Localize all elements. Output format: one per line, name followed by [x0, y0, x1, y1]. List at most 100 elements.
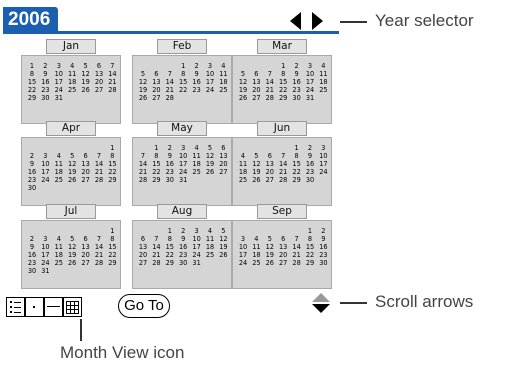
day-number: 28: [279, 175, 288, 184]
day-number: 29: [279, 93, 288, 102]
day-number: 24: [238, 258, 248, 267]
day-number: 22: [179, 85, 188, 94]
week-view-icon[interactable]: [44, 297, 63, 317]
day-number: 27: [152, 93, 161, 102]
month-label: Jul: [46, 204, 96, 219]
day-number: 30: [27, 183, 37, 192]
month-calendar[interactable]: 1 2 3 4 5 6 7 8 9 10 11 12 13 14 15 16 17 18 19 20 21 22 23 24 2…: [21, 137, 121, 206]
month-label: Jun: [257, 121, 307, 136]
day-number: 27: [81, 258, 90, 267]
day-number: 30: [165, 175, 174, 184]
day-number: 31: [41, 266, 50, 275]
month-label: Apr: [46, 121, 96, 136]
month-label: Sep: [257, 204, 307, 219]
year-view-icon[interactable]: [82, 297, 101, 317]
month-calendar[interactable]: 1 2 3 4 5 6 7 8 9 10 11 12 13 14 15 16 17 18 19 20 21 22 23 24 2…: [132, 137, 232, 206]
day-number: 27: [252, 93, 261, 102]
palm-year-view-screen: 2006 Jan 1 2 3 4 5 6 7 8 9 10 11 12 13 14 15 16 17 18 19 20 2…: [3, 5, 346, 323]
year-selector-callout: Year selector: [375, 11, 474, 30]
day-number: 27: [219, 167, 228, 176]
day-number: 30: [179, 258, 188, 267]
day-number: 29: [108, 258, 117, 267]
month-view-icon[interactable]: [63, 297, 82, 317]
day-number: 30: [305, 175, 315, 184]
day-number: 25: [54, 175, 63, 184]
month-calendar[interactable]: 1 2 3 4 5 6 7 8 9 10 11 12 13 14 15 16 17 18 19 20 21 22 23 24 2…: [232, 220, 332, 289]
week-row: 26 27 28 29 30 31: [233, 94, 331, 102]
day-number: 26: [138, 93, 148, 102]
previous-year-arrow-icon[interactable]: [290, 12, 301, 30]
month-calendar[interactable]: 1 2 3 4 5 6 7 8 9 10 11 12 13 14 15 16 17 18 19 20 21 22 23 24 2…: [21, 55, 121, 124]
day-number: 26: [68, 175, 77, 184]
day-number: 26: [219, 250, 228, 259]
week-row: 30 31: [22, 267, 120, 275]
day-view-icon[interactable]: [25, 297, 44, 317]
month-view-callout: Month View icon: [60, 343, 185, 362]
month-calendar[interactable]: 1 2 3 4 5 6 7 8 9 10 11 12 13 14 15 16 17 18 19 20 21 22 23 24 2…: [21, 220, 121, 289]
day-number: 26: [81, 85, 90, 94]
year-title: 2006: [3, 7, 58, 32]
day-number: 25: [219, 85, 228, 94]
next-year-arrow-icon[interactable]: [312, 12, 323, 30]
day-number: 27: [81, 175, 90, 184]
month-label: Feb: [157, 39, 207, 54]
day-number: 25: [319, 85, 328, 94]
month-calendar[interactable]: 1 2 3 4 5 6 7 8 9 10 11 12 13 14 15 16 17 18 19 20 21 22 23 24 2…: [132, 55, 232, 124]
day-number: 28: [152, 258, 161, 267]
day-number: 28: [108, 85, 117, 94]
day-number: 25: [205, 250, 215, 259]
week-row: 24 25 26 27 28 29 30: [233, 259, 331, 267]
scroll-arrows-callout-line: [340, 302, 367, 304]
day-number: 26: [205, 167, 215, 176]
day-number: 27: [94, 85, 104, 94]
week-row: 19 20 21 22 23 24 25: [133, 86, 231, 94]
day-number: 30: [292, 93, 301, 102]
day-number: 25: [238, 175, 248, 184]
day-number: 25: [54, 258, 63, 267]
week-row: 30: [22, 184, 120, 192]
day-number: 31: [305, 93, 315, 102]
agenda-view-icon[interactable]: [6, 297, 25, 317]
day-number: 25: [192, 167, 201, 176]
week-row: 23 24 25 26 27 28 29: [22, 259, 120, 267]
day-number: 27: [138, 258, 148, 267]
day-number: 29: [108, 175, 117, 184]
day-number: 28: [265, 93, 274, 102]
day-number: 26: [238, 93, 248, 102]
month-label: Jan: [46, 39, 96, 54]
day-number: 29: [305, 258, 315, 267]
go-to-button[interactable]: Go To: [118, 294, 170, 318]
week-row: 25 26 27 28 29 30: [233, 176, 331, 184]
day-number: 24: [205, 85, 215, 94]
month-label: Aug: [157, 204, 207, 219]
month-view-callout-line: [80, 319, 82, 341]
day-number: 23: [192, 85, 201, 94]
day-number: 29: [165, 258, 174, 267]
month-label: Mar: [257, 39, 307, 54]
week-row: 27 28 29 30 31: [133, 259, 231, 267]
day-number: 31: [192, 258, 201, 267]
day-number: 25: [252, 258, 261, 267]
month-calendar[interactable]: 1 2 3 4 5 6 7 8 9 10 11 12 13 14 15 16 17 18 19 20 21 22 23 24 2…: [232, 55, 332, 124]
week-row: 29 30 31: [22, 94, 120, 102]
day-number: 30: [27, 266, 37, 275]
title-rule: [3, 31, 339, 34]
week-row: 28 29 30 31: [133, 176, 231, 184]
day-number: 28: [138, 175, 148, 184]
day-number: 26: [265, 258, 274, 267]
month-calendar[interactable]: 1 2 3 4 5 6 7 8 9 10 11 12 13 14 15 16 17 18 19 20 21 22 23 24 2…: [132, 220, 232, 289]
scroll-down-arrow-icon[interactable]: [312, 304, 330, 313]
day-number: 29: [292, 175, 301, 184]
day-number: 25: [68, 85, 77, 94]
day-number: 27: [265, 175, 274, 184]
day-number: 27: [279, 258, 288, 267]
day-number: 28: [94, 175, 104, 184]
scroll-up-arrow-icon[interactable]: [312, 293, 330, 302]
day-number: 30: [41, 93, 50, 102]
month-label: May: [157, 121, 207, 136]
week-row: 26 27 28: [133, 94, 231, 102]
month-calendar[interactable]: 1 2 3 4 5 6 7 8 9 10 11 12 13 14 15 16 17 18 19 20 21 22 23 24 2…: [232, 137, 332, 206]
day-number: 28: [292, 258, 301, 267]
day-number: 26: [68, 258, 77, 267]
day-number: 29: [27, 93, 37, 102]
